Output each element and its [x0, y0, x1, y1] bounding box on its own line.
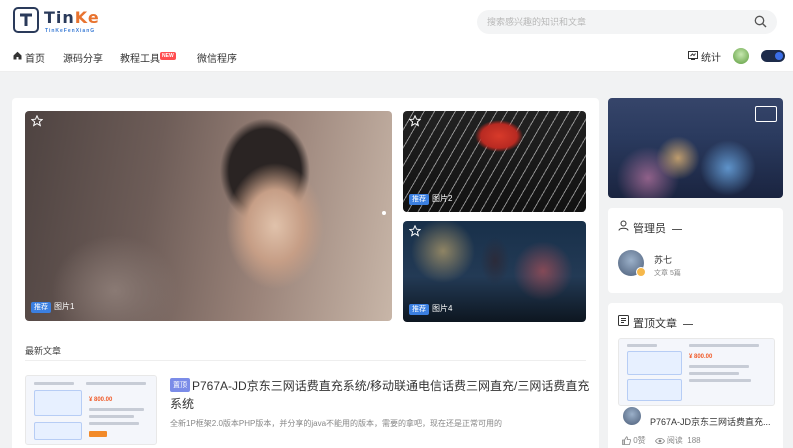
article-thumbnail[interactable]: ¥ 800.00 [25, 375, 157, 445]
eye-icon [654, 437, 665, 445]
verified-icon [636, 267, 646, 277]
pinned-articles-card: 置顶文章 ¥ 800.00 P767A-JD京东三网话费直充... 0赞 阅读 … [608, 303, 783, 448]
divider [25, 360, 586, 361]
thumb-price: ¥ 800.00 [689, 354, 713, 360]
pinned-articles-heading: 置顶文章 [618, 315, 693, 331]
toggle-knob [775, 52, 783, 60]
admin-name[interactable]: 苏七 [654, 253, 672, 266]
search-placeholder: 搜索感兴趣的知识和文章 [487, 17, 587, 27]
latest-articles-heading: 最新文章 [25, 346, 62, 356]
carousel-side-card-bottom[interactable]: 推荐 图片4 [403, 221, 586, 322]
admin-avatar[interactable] [618, 250, 646, 277]
thumbs-up-icon[interactable] [622, 436, 631, 445]
stats-link[interactable]: 统计 [688, 49, 721, 64]
article-excerpt: 全新1P框架2.0版本PHP版本，并分享的java不能用的版本，需要的拿吧，现在… [170, 419, 503, 428]
main-content: 推荐 图片1 推荐 图片2 推荐 图片4 最新文章 ¥ 800.00 P767A-JD… [12, 98, 599, 448]
admin-heading: 管理员 [618, 220, 682, 236]
card-tag: 推荐 图片1 [31, 301, 75, 313]
card-tag: 推荐 图片4 [409, 303, 453, 315]
logo-text: TinKe [44, 8, 100, 27]
star-icon[interactable] [409, 115, 421, 127]
search-icon[interactable] [754, 15, 767, 28]
article-title[interactable]: P767A-JD京东三网话费直充系统/移动联通电信话费三网直充/三网话费直充系统 [170, 377, 590, 413]
main-nav: 首页 源码分享 教程工具 NEW 微信程序 统计 [0, 40, 793, 72]
nav-item-tutorials[interactable]: 教程工具 NEW [120, 50, 176, 65]
thumb-price: ¥ 800.00 [89, 397, 113, 403]
card-label: 图片1 [54, 302, 75, 311]
carousel-side-card-top[interactable]: 推荐 图片2 [403, 111, 586, 212]
user-icon [618, 220, 629, 231]
pinned-article-stats: 0赞 阅读 188 [622, 435, 701, 446]
recommend-badge: 推荐 [409, 194, 429, 205]
new-badge: NEW [160, 52, 176, 60]
pinned-article-title[interactable]: P767A-JD京东三网话费直充... [650, 415, 771, 428]
card-tag: 推荐 图片2 [409, 193, 453, 205]
author-avatar[interactable] [622, 406, 642, 426]
nav-item-home[interactable]: 首页 [13, 50, 45, 65]
theme-toggle[interactable] [761, 50, 785, 62]
recommend-badge: 推荐 [31, 302, 51, 313]
home-icon [13, 51, 22, 60]
card-label: 图片2 [432, 194, 453, 203]
carousel-main-card[interactable]: 推荐 图片1 [25, 111, 392, 321]
star-icon[interactable] [409, 225, 421, 237]
logo-subtitle: TinKeFenXianG [45, 28, 96, 34]
search-input[interactable]: 搜索感兴趣的知识和文章 [477, 10, 777, 34]
logo-mark [13, 7, 39, 33]
admin-card: 管理员 苏七 文章 5篇 [608, 208, 783, 293]
star-icon[interactable] [31, 115, 43, 127]
admin-post-count: 文章 5篇 [654, 270, 681, 277]
nav-item-source-share[interactable]: 源码分享 [63, 50, 103, 65]
top-header: TinKe TinKeFenXianG 搜索感兴趣的知识和文章 [0, 0, 793, 40]
sidebar-banner[interactable] [608, 98, 783, 198]
site-logo[interactable]: TinKe TinKeFenXianG [13, 7, 100, 37]
pinned-article-thumbnail[interactable]: ¥ 800.00 [618, 338, 775, 406]
nav-item-wechat-programs[interactable]: 微信程序 [197, 50, 237, 65]
fullscreen-icon[interactable] [755, 106, 777, 122]
user-avatar[interactable] [733, 48, 749, 64]
carousel-indicator[interactable] [382, 211, 386, 215]
card-label: 图片4 [432, 304, 453, 313]
stats-icon [688, 51, 698, 60]
pinned-badge: 置顶 [170, 378, 190, 392]
recommend-badge: 推荐 [409, 304, 429, 315]
news-icon [618, 315, 629, 326]
